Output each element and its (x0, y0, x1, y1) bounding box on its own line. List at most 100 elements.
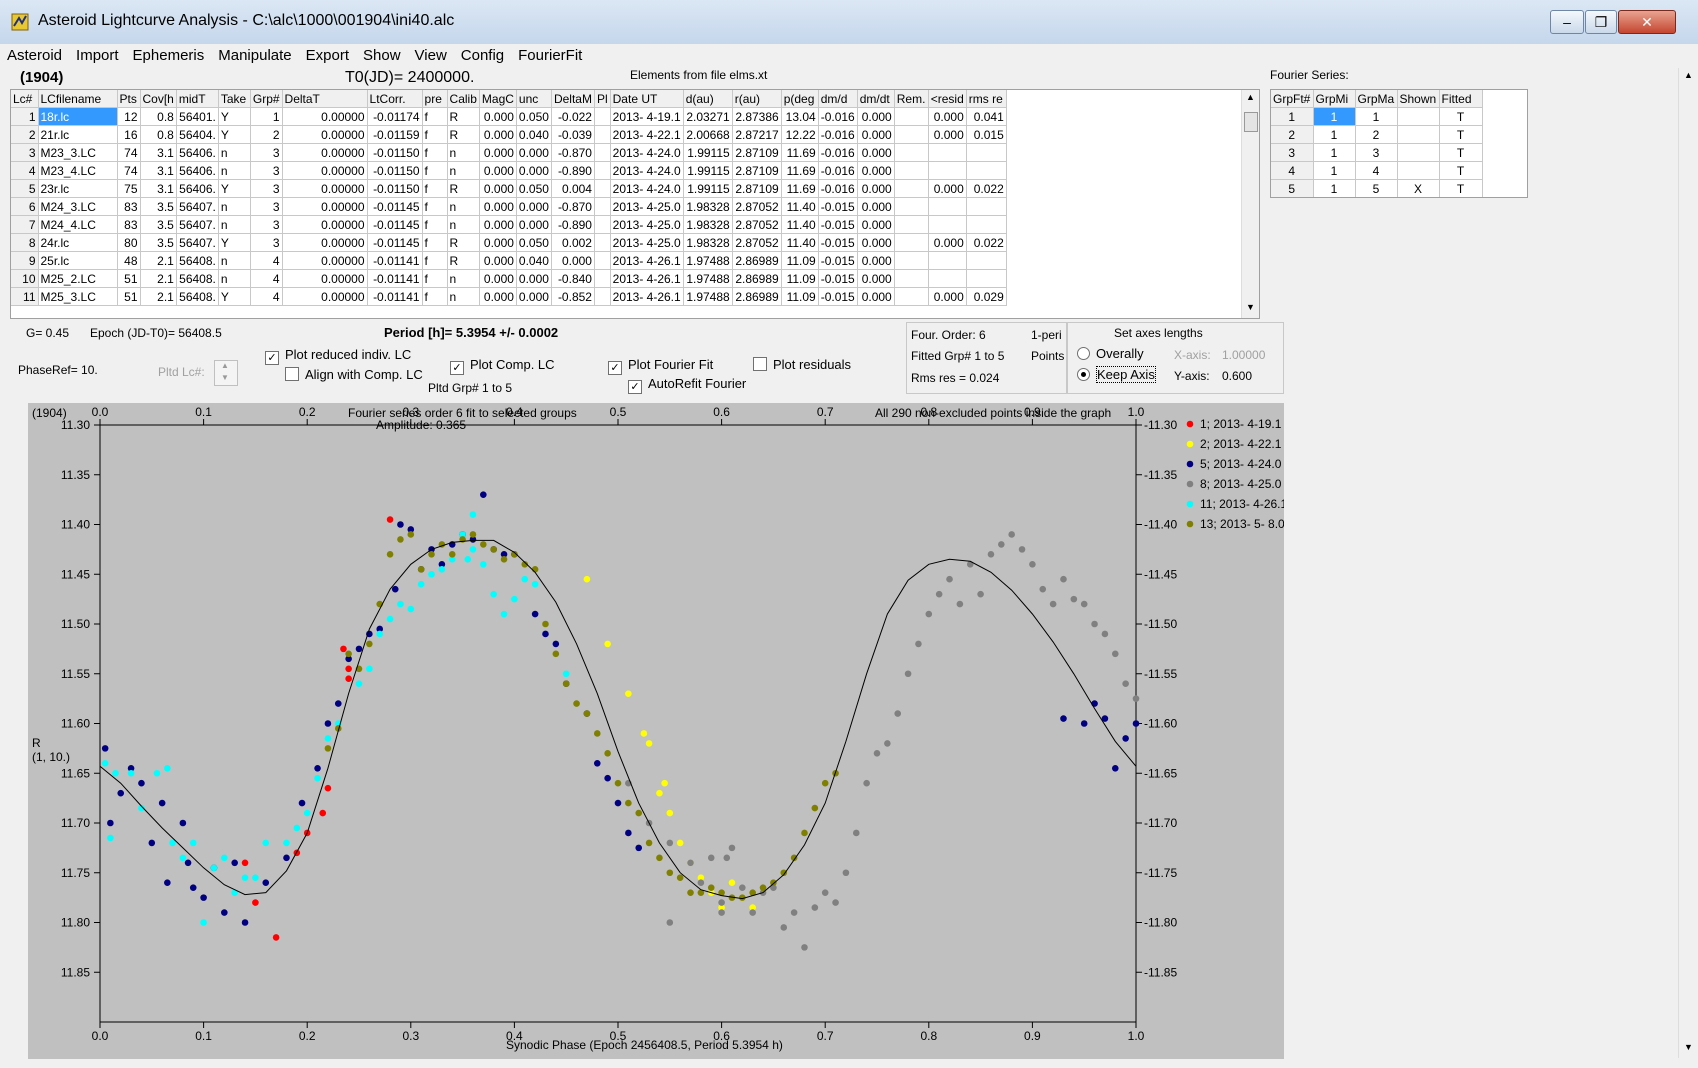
lc-cell[interactable]: f (422, 233, 448, 252)
fourier-cell[interactable]: 4 (1355, 161, 1398, 180)
lc-cell[interactable]: 0.000 (928, 125, 967, 144)
lc-table-scrollbar[interactable]: ▲ ▼ (1241, 90, 1259, 318)
lc-cell[interactable]: -0.01141 (367, 269, 423, 288)
lc-cell[interactable]: 4 (250, 269, 283, 288)
lc-cell[interactable]: 3 (250, 215, 283, 234)
lc-cell[interactable]: 2.00668 (683, 125, 733, 144)
align-comp-checkbox[interactable]: Align with Comp. LC (285, 367, 423, 382)
lc-cell[interactable]: 56408. (176, 269, 219, 288)
lc-cell[interactable]: M24_3.LC (38, 197, 118, 216)
lc-cell[interactable] (594, 107, 611, 126)
lc-cell[interactable]: 0.000 (857, 287, 895, 306)
lc-cell[interactable]: 0.8 (140, 125, 177, 144)
lc-cell[interactable]: 2.86989 (732, 287, 782, 306)
lc-cell[interactable]: n (447, 215, 480, 234)
lc-cell[interactable]: -0.01159 (367, 125, 423, 144)
lc-cell[interactable]: -0.016 (818, 125, 858, 144)
lc-column-header[interactable]: d(au) (683, 90, 733, 108)
lc-column-header[interactable]: r(au) (732, 90, 782, 108)
lc-cell[interactable]: 0.000 (857, 233, 895, 252)
menu-asteroid[interactable]: Asteroid (0, 44, 69, 67)
lc-cell[interactable]: 9 (11, 251, 39, 270)
lc-cell[interactable]: 56407. (176, 197, 219, 216)
lc-cell[interactable]: 0.000 (857, 215, 895, 234)
lc-cell[interactable]: -0.890 (551, 215, 595, 234)
lc-cell[interactable]: 2013- 4-24.0 (610, 179, 684, 198)
minimize-button[interactable]: – (1550, 10, 1584, 34)
lc-cell[interactable]: 1.99115 (683, 179, 733, 198)
lc-cell[interactable]: -0.015 (818, 251, 858, 270)
plot-reduced-checkbox[interactable]: ✓ Plot reduced indiv. LC (265, 347, 411, 365)
lc-row[interactable]: 3 M23_3.LC 74 3.1 56406. n 3 0.00000 -0.01150 f n 0… (11, 143, 1007, 162)
lc-cell[interactable]: 0.00000 (282, 143, 368, 162)
lc-column-header[interactable]: DeltaM (551, 90, 595, 108)
lc-cell[interactable]: 18r.lc (38, 107, 118, 126)
lc-cell[interactable]: 2.86989 (732, 269, 782, 288)
lc-cell[interactable]: 3 (250, 179, 283, 198)
lc-cell[interactable]: -0.015 (818, 197, 858, 216)
lc-cell[interactable]: 0.000 (479, 215, 517, 234)
fourier-cell[interactable]: 2 (1355, 125, 1398, 144)
lc-cell[interactable] (594, 233, 611, 252)
lc-cell[interactable]: 0.022 (966, 179, 1007, 198)
lc-cell[interactable] (594, 269, 611, 288)
lc-cell[interactable]: 0.040 (516, 251, 552, 270)
lc-cell[interactable]: R (447, 107, 480, 126)
lc-cell[interactable]: 3.1 (140, 179, 177, 198)
lc-cell[interactable]: 0.029 (966, 287, 1007, 306)
lc-cell[interactable] (966, 197, 1007, 216)
lc-cell[interactable]: -0.016 (818, 143, 858, 162)
lc-cell[interactable]: 0.00000 (282, 125, 368, 144)
lc-cell[interactable]: 3.5 (140, 197, 177, 216)
window-scrollbar[interactable]: ▲ ▼ (1678, 68, 1697, 1058)
plot-fourier-checkbox[interactable]: ✓ Plot Fourier Fit (608, 357, 713, 375)
lc-cell[interactable]: 0.000 (479, 161, 517, 180)
lc-cell[interactable]: 13.04 (781, 107, 819, 126)
lc-cell[interactable]: -0.015 (818, 215, 858, 234)
lc-cell[interactable]: 0.000 (516, 287, 552, 306)
lc-cell[interactable]: 0.050 (516, 107, 552, 126)
lc-cell[interactable]: 0.022 (966, 233, 1007, 252)
menu-export[interactable]: Export (299, 44, 356, 67)
lc-cell[interactable]: 0.000 (479, 233, 517, 252)
lc-cell[interactable] (594, 179, 611, 198)
lc-cell[interactable]: 11.09 (781, 251, 819, 270)
lc-cell[interactable]: R (447, 251, 480, 270)
lc-cell[interactable]: R (447, 179, 480, 198)
lc-column-header[interactable]: dm/dt (857, 90, 895, 108)
lc-cell[interactable]: M23_4.LC (38, 161, 118, 180)
lc-cell[interactable]: 0.000 (857, 161, 895, 180)
lc-column-header[interactable]: LtCorr. (367, 90, 423, 108)
lc-cell[interactable]: -0.015 (818, 269, 858, 288)
lc-cell[interactable]: 0.00000 (282, 287, 368, 306)
lc-cell[interactable] (928, 269, 967, 288)
fourier-cell[interactable]: T (1439, 107, 1483, 126)
lc-cell[interactable]: 2.1 (140, 251, 177, 270)
lc-cell[interactable] (928, 197, 967, 216)
lc-cell[interactable]: 0.004 (551, 179, 595, 198)
lc-cell[interactable]: f (422, 161, 448, 180)
lc-cell[interactable]: 74 (117, 143, 141, 162)
lc-cell[interactable]: 3 (250, 161, 283, 180)
lc-column-header[interactable]: Cov[h (140, 90, 177, 108)
lc-row[interactable]: 6 M24_3.LC 83 3.5 56407. n 3 0.00000 -0.01145 f n 0… (11, 197, 1007, 216)
lc-cell[interactable]: 74 (117, 161, 141, 180)
lc-cell[interactable]: -0.022 (551, 107, 595, 126)
lc-cell[interactable]: 2013- 4-19.1 (610, 107, 684, 126)
lc-cell[interactable]: 1.97488 (683, 269, 733, 288)
lc-cell[interactable]: 2013- 4-24.0 (610, 161, 684, 180)
lc-cell[interactable]: 0.00000 (282, 251, 368, 270)
menu-view[interactable]: View (408, 44, 454, 67)
fourier-cell[interactable]: 1 (1313, 125, 1356, 144)
lc-cell[interactable]: -0.01145 (367, 233, 423, 252)
lc-cell[interactable]: -0.890 (551, 161, 595, 180)
lc-cell[interactable]: 2013- 4-25.0 (610, 197, 684, 216)
lc-cell[interactable] (594, 287, 611, 306)
scroll-up-icon[interactable]: ▲ (1684, 70, 1693, 80)
lc-cell[interactable] (966, 215, 1007, 234)
lc-row[interactable]: 2 21r.lc 16 0.8 56404. Y 2 0.00000 -0.01159 f R 0.0… (11, 125, 1007, 144)
lc-cell[interactable]: 0.000 (479, 107, 517, 126)
lc-cell[interactable]: -0.015 (818, 233, 858, 252)
lc-row[interactable]: 4 M23_4.LC 74 3.1 56406. n 3 0.00000 -0.01150 f n 0… (11, 161, 1007, 180)
fourier-column-header[interactable]: Fitted (1439, 90, 1483, 108)
